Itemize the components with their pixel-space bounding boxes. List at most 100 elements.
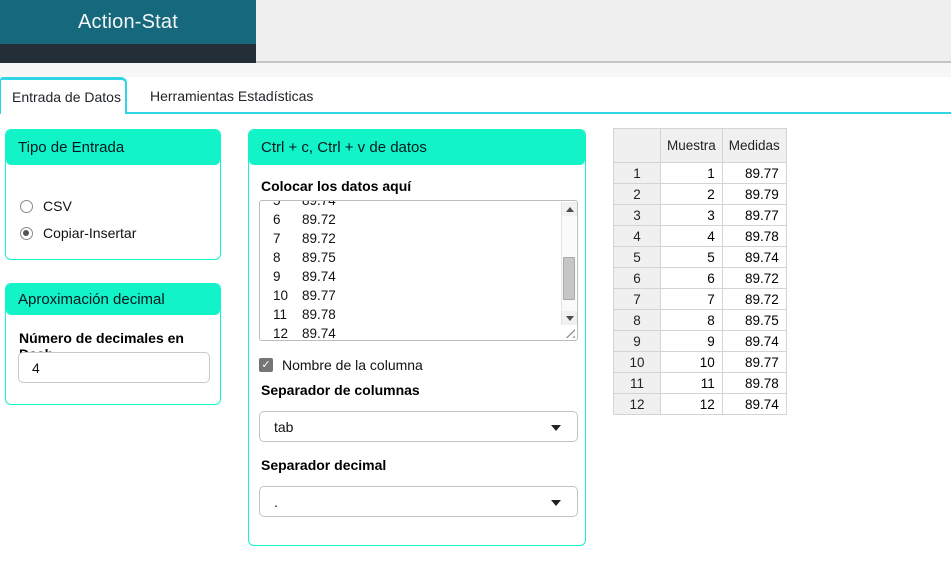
table-cell: 89.72 [721, 288, 787, 310]
paste-data-panel: Ctrl + c, Ctrl + v de datos Colocar los … [248, 129, 586, 546]
table-cell: 89.79 [721, 183, 787, 205]
row-index-cell: 10 [613, 351, 661, 373]
data-preview-table: Muestra Medidas 1 1 89.77 2 2 89.79 3 3 89.77 4 4 8… [613, 128, 787, 415]
textarea-line: 5 89.74 [273, 200, 336, 208]
data-table-body: 1 1 89.77 2 2 89.79 3 3 89.77 4 4 89.78 5 5 89.74 6 6 89.… [613, 162, 787, 415]
table-cell: 7 [660, 288, 723, 310]
resize-grip-icon[interactable] [564, 327, 575, 338]
scroll-up-button[interactable] [562, 202, 577, 216]
row-index-cell: 1 [613, 162, 661, 184]
row-index-cell: 8 [613, 309, 661, 331]
textarea-line: 11 89.78 [273, 307, 336, 322]
app-title: Action-Stat [77, 10, 179, 33]
table-cell: 89.72 [721, 267, 787, 289]
radio-label: Copiar-Insertar [43, 225, 137, 241]
radio-label: CSV [43, 198, 72, 214]
row-index-cell: 7 [613, 288, 661, 310]
table-cell: 1 [660, 162, 723, 184]
header-substrip [0, 63, 951, 77]
table-row: 9 9 89.74 [613, 330, 787, 352]
dropdown-value: . [274, 493, 278, 510]
tab-herramientas-estadisticas[interactable]: Herramientas Estadísticas [129, 77, 334, 114]
table-cell: 89.77 [721, 204, 787, 226]
table-cell: 5 [660, 246, 723, 268]
row-index-cell: 11 [613, 372, 661, 394]
tab-label: Entrada de Datos [12, 89, 121, 105]
tab-bar: Entrada de Datos Herramientas Estadístic… [0, 77, 951, 114]
decimal-separator-dropdown[interactable]: . [259, 486, 578, 517]
table-row: 7 7 89.72 [613, 288, 787, 310]
paste-area-label: Colocar los datos aquí [261, 178, 412, 194]
column-separator-label: Separador de columnas [261, 382, 420, 398]
decimals-input[interactable] [18, 352, 210, 383]
table-row: 10 10 89.77 [613, 351, 787, 373]
table-cell: 11 [660, 372, 723, 394]
checkbox-icon: ✓ [259, 358, 273, 372]
table-row: 12 12 89.74 [613, 393, 787, 415]
textarea-line: 6 89.72 [273, 212, 336, 227]
row-index-cell: 4 [613, 225, 661, 247]
table-cell: 8 [660, 309, 723, 331]
table-cell: 2 [660, 183, 723, 205]
table-cell: 10 [660, 351, 723, 373]
tab-entrada-de-datos[interactable]: Entrada de Datos [0, 77, 127, 114]
table-row: 1 1 89.77 [613, 162, 787, 184]
row-index-cell: 12 [613, 393, 661, 415]
table-row: 8 8 89.75 [613, 309, 787, 331]
header-dark-bar [0, 44, 256, 63]
table-cell: 89.78 [721, 225, 787, 247]
input-type-panel: Tipo de Entrada CSV Copiar-Insertar [5, 129, 221, 260]
radio-option-copiar-insertar[interactable]: Copiar-Insertar [20, 225, 220, 241]
textarea-line: 12 89.74 [273, 326, 336, 341]
app-header: Action-Stat [0, 0, 256, 44]
arrow-up-icon [565, 206, 574, 212]
paste-textarea[interactable]: 5 89.74 6 89.72 7 89.72 8 89.75 9 89.74 10 89.77 11 8… [259, 200, 578, 341]
table-cell: 89.75 [721, 309, 787, 331]
table-cell: 89.74 [721, 246, 787, 268]
column-name-checkbox-row[interactable]: ✓ Nombre de la columna [259, 357, 423, 373]
tab-label: Herramientas Estadísticas [150, 87, 314, 104]
row-index-cell: 2 [613, 183, 661, 205]
chevron-down-icon [551, 425, 561, 431]
table-row: 11 11 89.78 [613, 372, 787, 394]
table-cell: 6 [660, 267, 723, 289]
decimal-separator-label: Separador decimal [261, 457, 387, 473]
corner-header-cell [613, 128, 661, 163]
table-cell: 89.77 [721, 162, 787, 184]
table-cell: 9 [660, 330, 723, 352]
radio-icon [20, 226, 33, 240]
row-index-cell: 6 [613, 267, 661, 289]
row-index-cell: 3 [613, 204, 661, 226]
textarea-line: 7 89.72 [273, 231, 336, 246]
table-row: 3 3 89.77 [613, 204, 787, 226]
table-cell: 89.74 [721, 393, 787, 415]
row-index-cell: 5 [613, 246, 661, 268]
table-cell: 89.78 [721, 372, 787, 394]
decimal-panel-title: Aproximación decimal [6, 284, 220, 315]
table-row: 6 6 89.72 [613, 267, 787, 289]
table-cell: 89.77 [721, 351, 787, 373]
table-cell: 12 [660, 393, 723, 415]
header-spacer [256, 0, 951, 63]
checkbox-label: Nombre de la columna [282, 357, 423, 373]
column-header-medidas: Medidas [721, 128, 787, 163]
table-row: 2 2 89.79 [613, 183, 787, 205]
scrollbar-thumb[interactable] [563, 257, 575, 300]
radio-option-csv[interactable]: CSV [20, 198, 220, 214]
table-header-row: Muestra Medidas [613, 128, 787, 163]
arrow-down-icon [565, 315, 574, 321]
dropdown-value: tab [274, 418, 294, 435]
table-cell: 3 [660, 204, 723, 226]
table-cell: 89.74 [721, 330, 787, 352]
paste-panel-title: Ctrl + c, Ctrl + v de datos [249, 130, 585, 165]
table-row: 5 5 89.74 [613, 246, 787, 268]
row-index-cell: 9 [613, 330, 661, 352]
textarea-line: 10 89.77 [273, 288, 336, 303]
column-separator-dropdown[interactable]: tab [259, 411, 578, 442]
decimal-approximation-panel: Aproximación decimal Número de decimales… [5, 283, 221, 405]
column-header-muestra: Muestra [660, 128, 723, 163]
textarea-scrollbar[interactable] [561, 202, 577, 325]
scroll-down-button[interactable] [562, 311, 577, 325]
radio-icon [20, 199, 33, 213]
paste-textarea-lines: 5 89.74 6 89.72 7 89.72 8 89.75 9 89.74 10 89.77 11 8… [273, 200, 559, 341]
